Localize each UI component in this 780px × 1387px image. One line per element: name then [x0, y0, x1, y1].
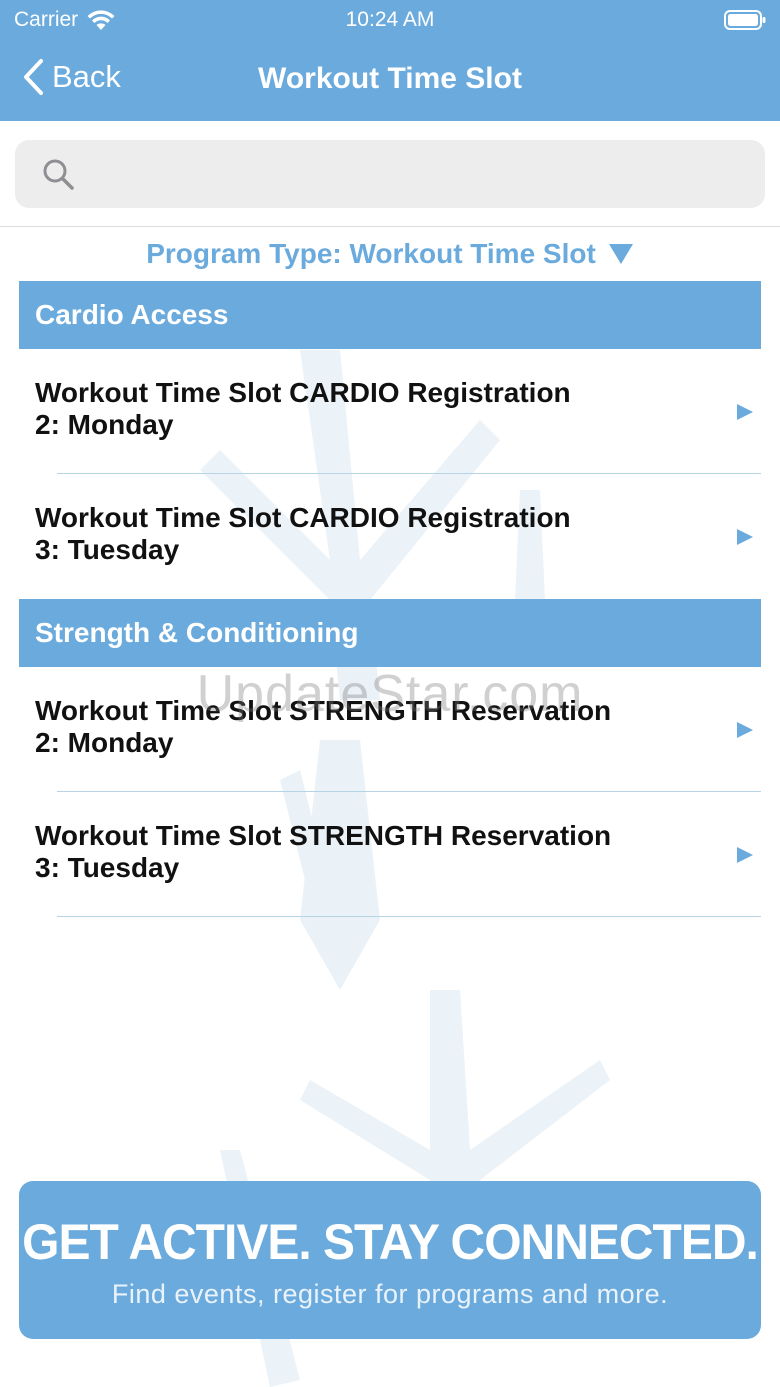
- row-divider: [57, 916, 761, 917]
- section-title: Strength & Conditioning: [35, 617, 359, 648]
- search-bar-container: [0, 121, 780, 227]
- search-icon: [43, 159, 74, 190]
- status-bar: Carrier 10:24 AM: [0, 0, 780, 40]
- section-header-cardio-access: Cardio Access: [19, 281, 761, 349]
- list-item-title: Workout Time Slot CARDIO Registration: [35, 502, 571, 533]
- search-box[interactable]: [15, 140, 765, 208]
- list-item[interactable]: Workout Time Slot CARDIO Registration 2:…: [0, 349, 780, 474]
- list-item[interactable]: Workout Time Slot STRENGTH Reservation 3…: [0, 792, 780, 917]
- list-item-subtitle: 2: Monday: [35, 727, 174, 758]
- promo-banner[interactable]: GET ACTIVE. STAY CONNECTED. Find events,…: [19, 1181, 761, 1339]
- triangle-down-icon: [608, 244, 633, 264]
- list-item-title: Workout Time Slot STRENGTH Reservation: [35, 820, 612, 851]
- program-list: Cardio Access Workout Time Slot CARDIO R…: [0, 281, 780, 917]
- section-title: Cardio Access: [35, 299, 229, 330]
- row-arrow-icon: [737, 404, 753, 420]
- banner-title: GET ACTIVE. STAY CONNECTED.: [22, 1214, 759, 1271]
- row-arrow-icon: [737, 529, 753, 545]
- list-item-subtitle: 2: Monday: [35, 409, 174, 440]
- search-input[interactable]: [87, 144, 765, 204]
- program-type-label: Program Type: Workout Time Slot: [146, 238, 596, 269]
- section-header-strength-conditioning: Strength & Conditioning: [19, 599, 761, 667]
- row-arrow-icon: [737, 847, 753, 863]
- list-item-subtitle: 3: Tuesday: [35, 852, 180, 883]
- list-item-title: Workout Time Slot CARDIO Registration: [35, 377, 571, 408]
- banner-subtitle: Find events, register for programs and m…: [111, 1279, 669, 1309]
- watermark-text: UpdateStar.com: [196, 665, 584, 723]
- list-item-text: Workout Time Slot CARDIO Registration 2:…: [35, 377, 695, 441]
- app-header: Carrier 10:24 AM Back Workout Time Slot: [0, 0, 780, 121]
- status-time: 10:24 AM: [345, 8, 435, 31]
- list-item-subtitle: 3: Tuesday: [35, 534, 180, 565]
- list-item-text: Workout Time Slot STRENGTH Reservation 3…: [35, 820, 695, 884]
- navigation-bar: Back Workout Time Slot: [0, 52, 780, 112]
- program-type-filter[interactable]: Program Type: Workout Time Slot: [0, 234, 780, 274]
- list-item[interactable]: Workout Time Slot CARDIO Registration 3:…: [0, 474, 780, 599]
- battery-icon: [724, 10, 766, 30]
- page-title: Workout Time Slot: [258, 62, 522, 95]
- list-item-text: Workout Time Slot CARDIO Registration 3:…: [35, 502, 695, 566]
